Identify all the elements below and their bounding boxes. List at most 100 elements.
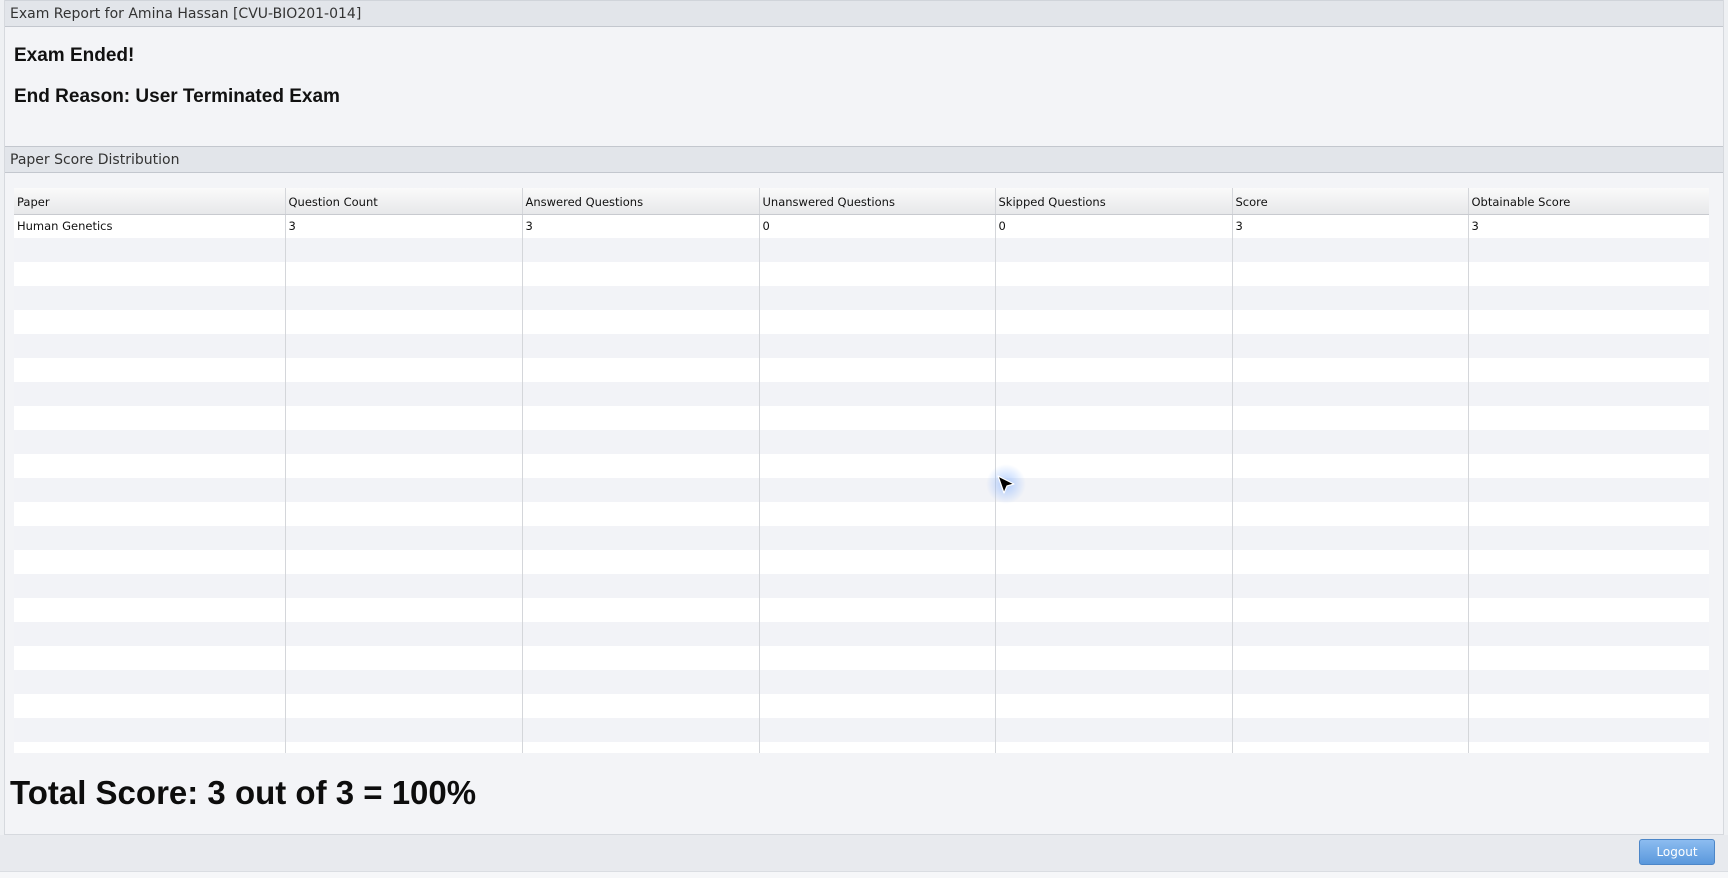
empty-cell (285, 526, 523, 550)
score-distribution-grid: Paper Question Count Answered Questions … (14, 188, 1709, 753)
empty-cell (1232, 574, 1469, 598)
empty-cell (522, 382, 760, 406)
score-table: Paper Question Count Answered Questions … (14, 188, 1709, 753)
empty-cell (1232, 550, 1469, 574)
empty-cell (285, 742, 523, 753)
empty-cell (995, 622, 1233, 646)
empty-cell (759, 694, 996, 718)
empty-cell (995, 238, 1233, 262)
empty-row (14, 406, 1709, 430)
empty-cell (285, 670, 523, 694)
empty-cell (14, 238, 286, 262)
empty-cell (522, 406, 760, 430)
empty-cell (522, 718, 760, 742)
column-header-paper[interactable]: Paper (14, 188, 286, 215)
empty-cell (14, 334, 286, 358)
empty-cell (1232, 334, 1469, 358)
empty-cell (285, 286, 523, 310)
empty-cell (285, 718, 523, 742)
empty-cell (1468, 358, 1709, 382)
empty-cell (1232, 406, 1469, 430)
empty-cell (522, 478, 760, 502)
empty-cell (285, 598, 523, 622)
empty-cell (14, 358, 286, 382)
empty-cell (522, 646, 760, 670)
empty-cell (995, 286, 1233, 310)
empty-cell (995, 526, 1233, 550)
empty-cell (1232, 454, 1469, 478)
empty-cell (995, 358, 1233, 382)
empty-cell (759, 742, 996, 753)
empty-cell (759, 334, 996, 358)
empty-cell (995, 406, 1233, 430)
empty-cell (759, 502, 996, 526)
empty-cell (14, 550, 286, 574)
empty-cell (759, 238, 996, 262)
cell-obtainable-score: 3 (1468, 214, 1709, 238)
empty-cell (14, 670, 286, 694)
logout-button[interactable]: Logout (1639, 839, 1715, 865)
column-header-question-count[interactable]: Question Count (285, 188, 523, 215)
empty-cell (522, 358, 760, 382)
cell-question-count: 3 (285, 214, 523, 238)
empty-cell (995, 718, 1233, 742)
empty-cell (522, 574, 760, 598)
empty-cell (285, 694, 523, 718)
empty-cell (995, 478, 1233, 502)
empty-cell (1232, 358, 1469, 382)
empty-cell (1468, 622, 1709, 646)
empty-row (14, 598, 1709, 622)
empty-cell (759, 670, 996, 694)
empty-cell (285, 358, 523, 382)
column-header-score[interactable]: Score (1232, 188, 1469, 215)
empty-cell (285, 622, 523, 646)
table-row[interactable]: Human Genetics 3 3 0 0 3 3 (14, 214, 1709, 238)
column-header-answered-questions[interactable]: Answered Questions (522, 188, 760, 215)
empty-cell (522, 670, 760, 694)
empty-cell (1468, 454, 1709, 478)
empty-row (14, 478, 1709, 502)
empty-cell (1232, 286, 1469, 310)
score-distribution-title: Paper Score Distribution (5, 146, 1723, 173)
empty-cell (759, 454, 996, 478)
empty-cell (759, 310, 996, 334)
footer-bar: Logout (0, 835, 1728, 871)
column-header-unanswered-questions[interactable]: Unanswered Questions (759, 188, 996, 215)
cell-skipped-questions: 0 (995, 214, 1233, 238)
empty-cell (14, 742, 286, 753)
empty-cell (1468, 550, 1709, 574)
empty-cell (1232, 526, 1469, 550)
empty-cell (759, 382, 996, 406)
empty-cell (1232, 670, 1469, 694)
empty-cell (14, 478, 286, 502)
empty-cell (1232, 742, 1469, 753)
empty-cell (14, 310, 286, 334)
empty-cell (522, 550, 760, 574)
empty-cell (522, 334, 760, 358)
empty-row (14, 718, 1709, 742)
column-header-skipped-questions[interactable]: Skipped Questions (995, 188, 1233, 215)
empty-cell (995, 310, 1233, 334)
empty-cell (1468, 334, 1709, 358)
empty-cell (759, 358, 996, 382)
empty-cell (14, 454, 286, 478)
empty-cell (285, 406, 523, 430)
column-header-obtainable-score[interactable]: Obtainable Score (1468, 188, 1709, 215)
empty-row (14, 358, 1709, 382)
empty-cell (14, 694, 286, 718)
empty-cell (285, 310, 523, 334)
empty-cell (995, 502, 1233, 526)
empty-cell (14, 262, 286, 286)
table-body: Human Genetics 3 3 0 0 3 3 (14, 214, 1709, 753)
empty-cell (285, 430, 523, 454)
empty-cell (1468, 574, 1709, 598)
empty-cell (995, 334, 1233, 358)
empty-cell (1468, 262, 1709, 286)
empty-row (14, 550, 1709, 574)
empty-cell (1232, 382, 1469, 406)
empty-cell (995, 430, 1233, 454)
empty-cell (1468, 406, 1709, 430)
empty-cell (759, 718, 996, 742)
empty-cell (1232, 718, 1469, 742)
empty-cell (522, 430, 760, 454)
